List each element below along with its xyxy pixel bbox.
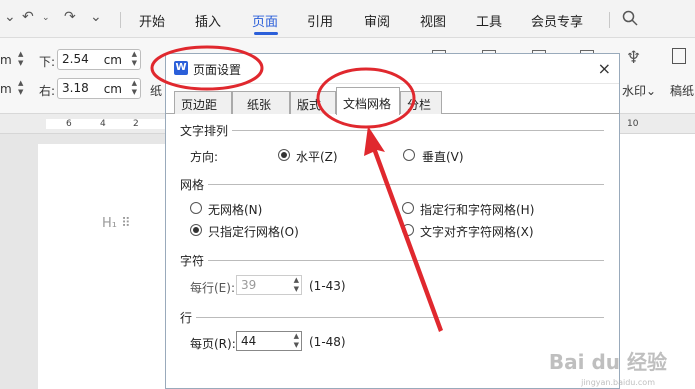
- divider: [232, 130, 604, 131]
- spinner-icon[interactable]: ▲ ▼: [294, 276, 299, 294]
- tab-layout[interactable]: 版式: [290, 91, 336, 114]
- tab-paper[interactable]: 纸张: [232, 91, 290, 114]
- lines-per-page-label: 每页(R):: [190, 337, 236, 351]
- quick-access-dropdown-icon[interactable]: ⌄: [4, 9, 16, 25]
- radio-line-grid-only-label[interactable]: 只指定行网格(O): [208, 223, 299, 240]
- heading-marker: H₁ ⠿: [102, 216, 131, 231]
- lines-section: 行: [180, 311, 193, 325]
- top-margin-unit: m: [0, 53, 12, 67]
- radio-horizontal[interactable]: [278, 149, 290, 161]
- tab-page[interactable]: 页面: [252, 11, 278, 30]
- lines-per-page-range: (1-48): [309, 335, 346, 349]
- baidu-watermark: Bai du 经验: [548, 350, 667, 374]
- tab-document-grid[interactable]: 文档网格: [336, 87, 400, 115]
- divider: [120, 12, 121, 28]
- radio-vertical[interactable]: [403, 149, 415, 161]
- tab-columns[interactable]: 分栏: [400, 91, 442, 114]
- baidu-watermark-url: jingyan.baidu.com: [581, 378, 655, 387]
- left-margin-unit: m: [0, 82, 12, 96]
- lines-per-page-input[interactable]: 44 ▲ ▼: [236, 331, 302, 351]
- watermark-icon[interactable]: ♆: [626, 48, 641, 68]
- right-margin-label: 右:: [39, 84, 56, 98]
- tab-references[interactable]: 引用: [307, 11, 333, 30]
- active-tab-indicator: [254, 32, 278, 35]
- radio-line-grid-only[interactable]: [190, 224, 202, 236]
- right-margin-unit: cm: [103, 82, 122, 96]
- tab-start[interactable]: 开始: [139, 11, 165, 30]
- right-margin-value: 3.18: [62, 81, 89, 95]
- chars-per-line-value: 39: [241, 278, 257, 292]
- redo-icon[interactable]: ↷: [64, 9, 76, 25]
- spinner-icon[interactable]: ▲ ▼: [132, 50, 137, 68]
- chars-per-line-label: 每行(E):: [190, 281, 235, 295]
- tab-tools[interactable]: 工具: [476, 11, 502, 30]
- ribbon-tab-bar: ⌄ ↶ ⌄ ↷ ⌄ 开始 插入 页面 引用 审阅 视图 工具 会员专享: [0, 0, 695, 38]
- chars-per-line-range: (1-43): [309, 279, 346, 293]
- manuscript-icon[interactable]: [672, 48, 686, 64]
- top-margin-spinner-icon[interactable]: ▲ ▼: [18, 50, 23, 68]
- radio-no-grid[interactable]: [190, 202, 202, 214]
- tab-margins[interactable]: 页边距: [174, 91, 232, 114]
- bottom-margin-unit: cm: [103, 53, 122, 67]
- tab-insert[interactable]: 插入: [195, 11, 221, 30]
- page-setup-dialog: W 页面设置 × 页边距 纸张 版式 文档网格 分栏 文字排列 方向: 水平(Z…: [165, 53, 620, 389]
- tab-member[interactable]: 会员专享: [531, 11, 583, 30]
- radio-line-char-grid-label[interactable]: 指定行和字符网格(H): [420, 201, 534, 218]
- wps-logo-icon: W: [174, 61, 188, 75]
- ruler-number: 4: [100, 119, 106, 129]
- divider: [208, 260, 604, 261]
- spinner-icon[interactable]: ▲ ▼: [132, 79, 137, 97]
- search-icon[interactable]: [622, 10, 638, 26]
- divider: [208, 184, 604, 185]
- chars-per-line-input[interactable]: 39 ▲ ▼: [236, 275, 302, 295]
- grid-section: 网格: [180, 178, 205, 192]
- dialog-title-bar[interactable]: W 页面设置 ×: [166, 54, 619, 84]
- undo-icon[interactable]: ↶: [22, 9, 34, 25]
- left-margin-spinner-icon[interactable]: ▲ ▼: [18, 79, 23, 97]
- spinner-icon[interactable]: ▲ ▼: [294, 332, 299, 350]
- bottom-margin-value: 2.54: [62, 52, 89, 66]
- right-margin-input[interactable]: 3.18 cm ▲ ▼: [57, 78, 141, 99]
- divider: [196, 317, 604, 318]
- ruler-number: 10: [627, 119, 639, 129]
- radio-line-char-grid[interactable]: [402, 202, 414, 214]
- close-icon[interactable]: ×: [598, 59, 611, 78]
- lines-per-page-value: 44: [241, 334, 257, 348]
- radio-horizontal-label[interactable]: 水平(Z): [296, 148, 338, 165]
- chars-section: 字符: [180, 254, 205, 268]
- radio-align-char-grid[interactable]: [402, 224, 414, 236]
- bottom-margin-label: 下:: [39, 55, 56, 69]
- text-direction-section: 文字排列: [180, 124, 229, 138]
- paper-size-label[interactable]: 纸: [150, 82, 162, 99]
- tab-view[interactable]: 视图: [420, 11, 446, 30]
- direction-label: 方向:: [190, 150, 219, 164]
- document-page[interactable]: [38, 144, 178, 389]
- more-icon[interactable]: ⌄: [90, 9, 102, 25]
- bottom-margin-input[interactable]: 2.54 cm ▲ ▼: [57, 49, 141, 70]
- dialog-tab-bar: 页边距 纸张 版式 文档网格 分栏: [166, 87, 619, 115]
- ruler-number: 6: [66, 119, 72, 129]
- radio-vertical-label[interactable]: 垂直(V): [422, 148, 464, 165]
- undo-dropdown-icon[interactable]: ⌄: [42, 13, 50, 23]
- radio-align-char-grid-label[interactable]: 文字对齐字符网格(X): [420, 223, 534, 240]
- divider: [609, 12, 610, 28]
- tab-review[interactable]: 审阅: [364, 11, 390, 30]
- manuscript-button[interactable]: 稿纸: [670, 82, 694, 99]
- dialog-title: 页面设置: [193, 63, 242, 77]
- watermark-button[interactable]: 水印⌄: [622, 82, 656, 99]
- ruler-number: 2: [133, 119, 139, 129]
- radio-no-grid-label[interactable]: 无网格(N): [208, 201, 262, 218]
